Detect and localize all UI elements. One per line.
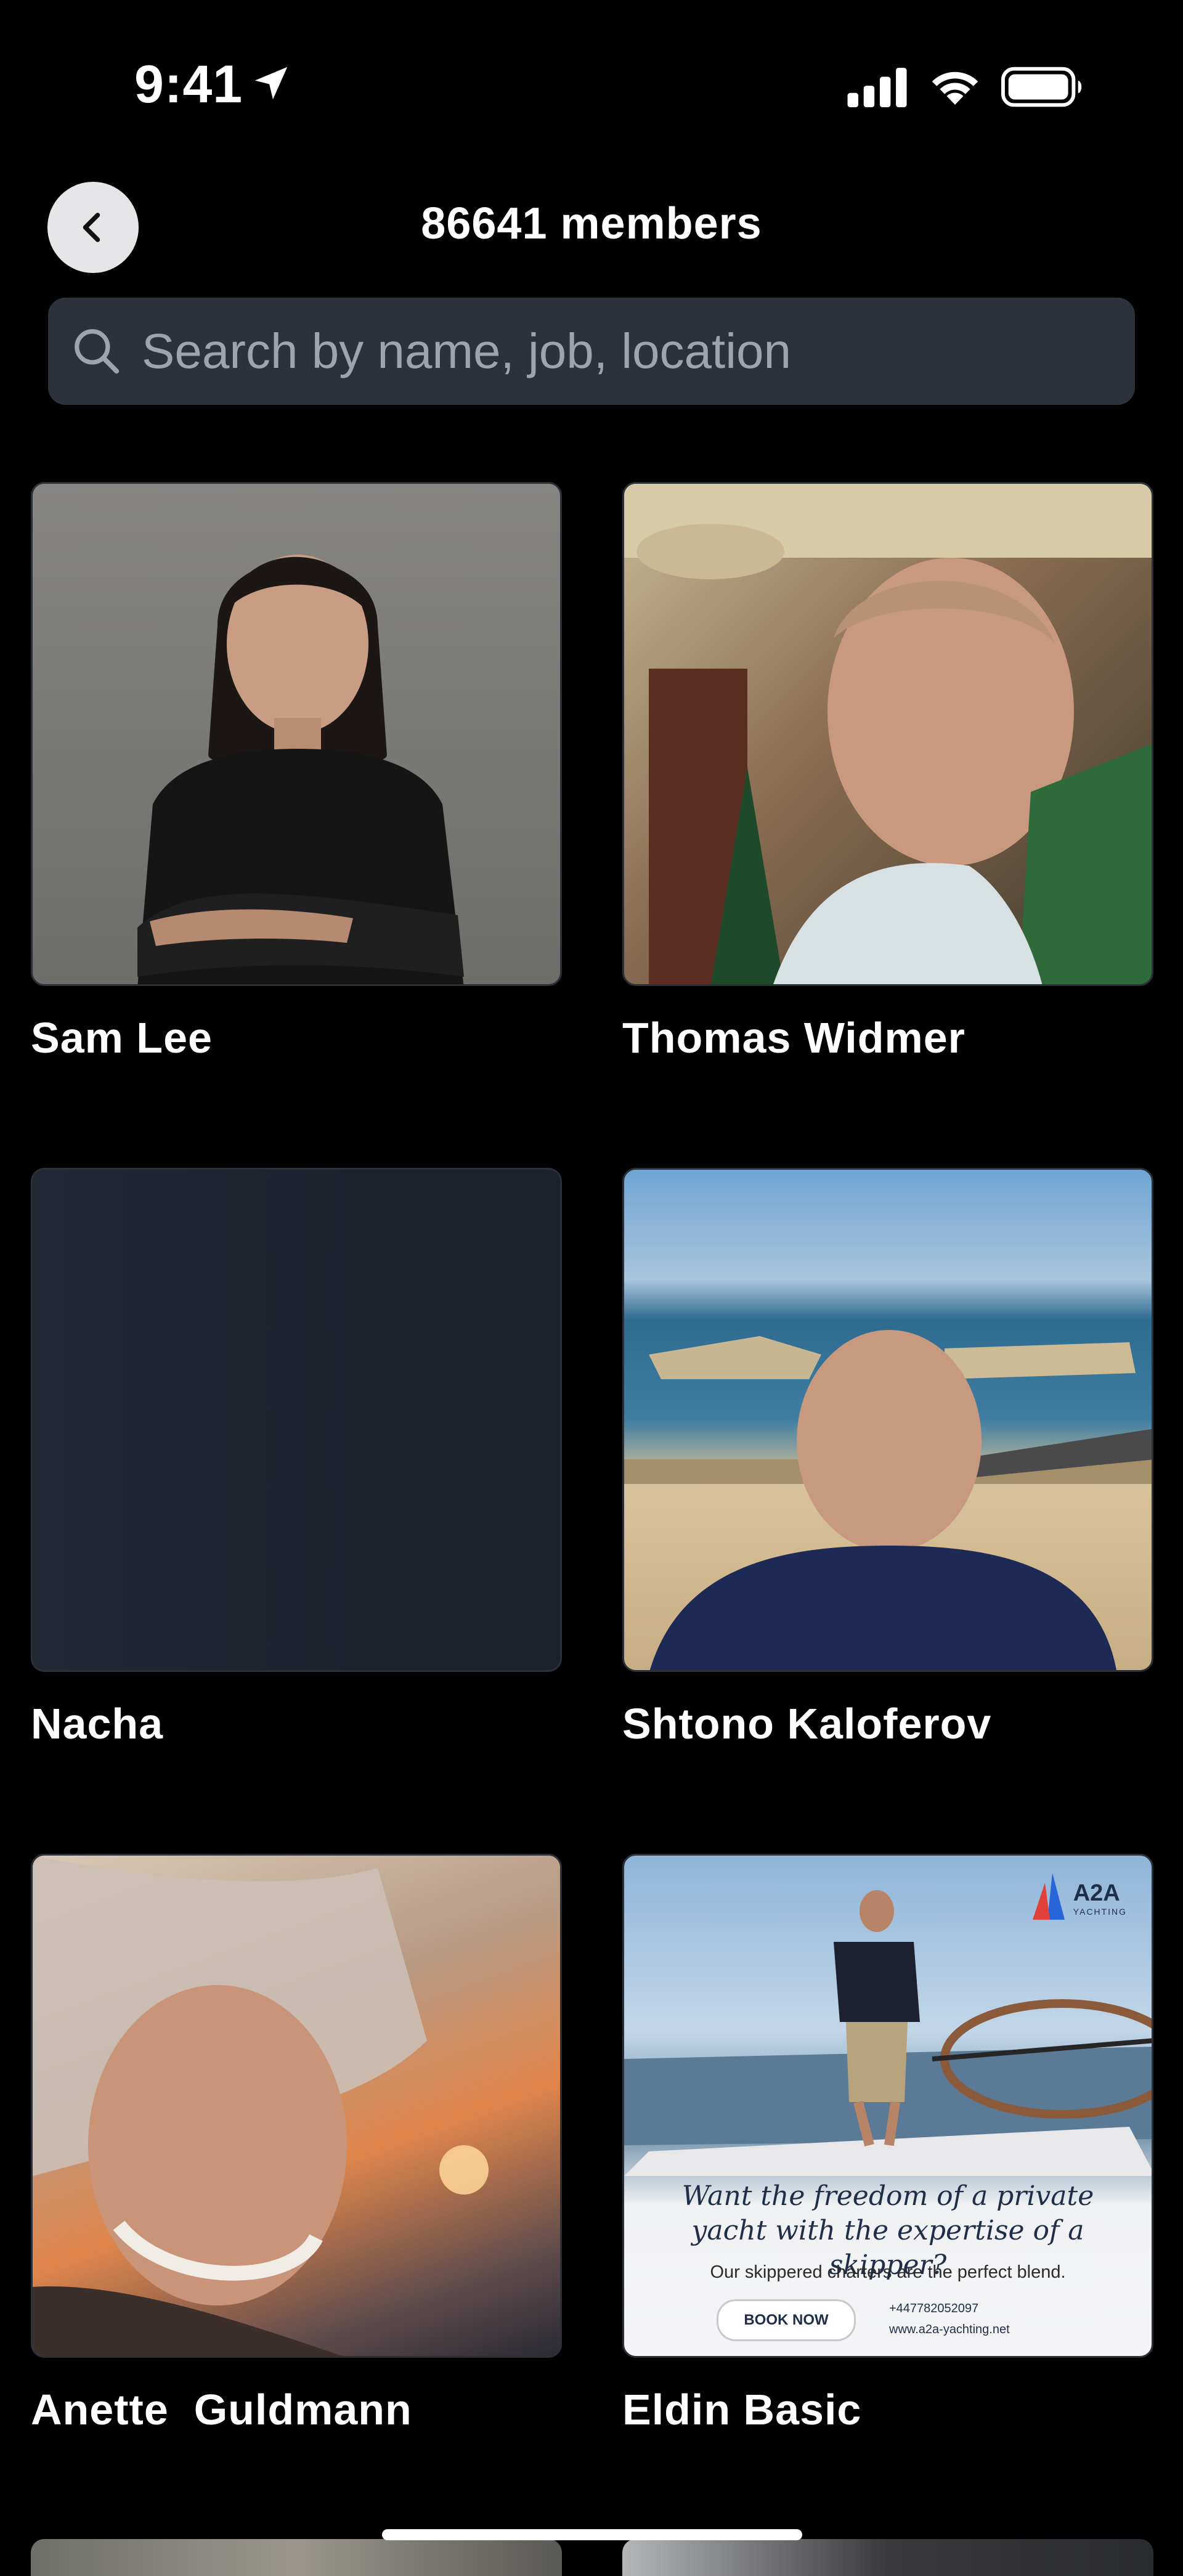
ad-logo-subtext: YACHTING — [1073, 1906, 1127, 1917]
battery-icon — [1001, 67, 1082, 107]
member-photo[interactable] — [31, 482, 562, 986]
search-bar[interactable] — [48, 298, 1135, 405]
portrait-silhouette — [137, 555, 464, 984]
member-card-nacha[interactable]: Nacha — [31, 1168, 562, 1748]
search-input[interactable] — [142, 298, 1115, 405]
member-photo[interactable] — [622, 1168, 1153, 1672]
member-name: Sam Lee — [31, 1014, 213, 1062]
a2a-logo: A2A YACHTING — [1030, 1870, 1127, 1926]
ad-logo-text: A2A — [1073, 1880, 1120, 1906]
member-photo-ad[interactable]: A2A YACHTING Want the freedom of a priva… — [622, 1854, 1153, 2358]
member-photo[interactable] — [622, 482, 1153, 986]
member-name: Nacha — [31, 1700, 164, 1748]
member-name: Anette Guldmann — [31, 2386, 412, 2434]
status-bar: 9:41 — [0, 0, 1183, 173]
sail-logo-icon — [1032, 1873, 1065, 1920]
location-arrow-icon — [254, 67, 288, 100]
member-card-partial[interactable] — [31, 2539, 562, 2576]
book-now-button[interactable]: BOOK NOW — [717, 2299, 856, 2341]
member-card-sam-lee[interactable]: Sam Lee — [31, 482, 562, 1062]
ad-contact: +447782052097 www.a2a-yachting.net — [889, 2298, 1010, 2340]
member-photo-placeholder[interactable] — [31, 1168, 562, 1672]
home-indicator[interactable] — [382, 2529, 802, 2540]
wifi-icon — [932, 71, 978, 105]
portrait-silhouette — [624, 1330, 1152, 1670]
member-card-partial[interactable] — [622, 2539, 1153, 2576]
cellular-signal-icon — [847, 68, 907, 107]
portrait-silhouette — [33, 1856, 489, 2356]
member-name: Shtono Kaloferov — [622, 1700, 992, 1748]
ad-body: Our skippered charters are the perfect b… — [710, 2262, 1066, 2282]
search-icon — [75, 329, 120, 374]
member-name: Eldin Basic — [622, 2386, 862, 2434]
member-card-shtono-kaloferov[interactable]: Shtono Kaloferov — [622, 1168, 1153, 1748]
member-card-thomas-widmer[interactable]: Thomas Widmer — [622, 482, 1153, 1062]
ad-website: www.a2a-yachting.net — [889, 2323, 1010, 2336]
portrait-silhouette — [624, 484, 1152, 984]
ad-phone: +447782052097 — [889, 2302, 979, 2315]
member-name: Thomas Widmer — [622, 1014, 966, 1062]
member-card-eldin-basic[interactable]: A2A YACHTING Want the freedom of a priva… — [622, 1854, 1153, 2434]
page-title: 86641 members — [421, 199, 762, 248]
member-photo[interactable] — [31, 1854, 562, 2358]
member-card-anette-guldmann[interactable]: Anette Guldmann — [31, 1854, 562, 2434]
status-time: 9:41 — [134, 55, 243, 114]
